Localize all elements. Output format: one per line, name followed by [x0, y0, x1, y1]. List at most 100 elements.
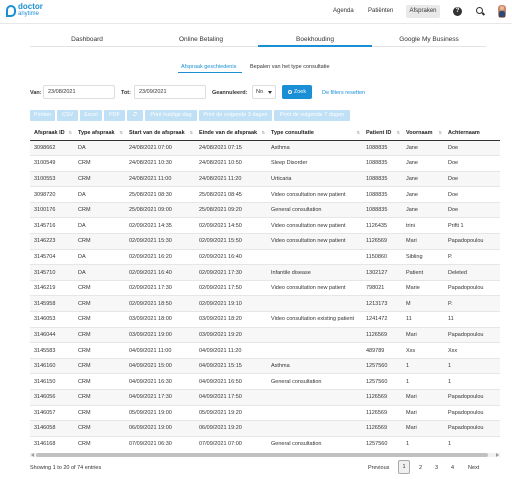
table-row[interactable]: 3146223 CRM 02/09/2021 15:30 02/09/2021 15:…: [30, 233, 500, 250]
excel-button[interactable]: Excel: [80, 110, 102, 121]
sort-icon: ⇅: [119, 130, 123, 135]
table-row[interactable]: 3145710 DA 02/09/2021 16:40 02/09/2021 17:3…: [30, 264, 500, 281]
tab-dashboard[interactable]: Dashboard: [30, 36, 144, 43]
table-cell: CRM: [74, 326, 125, 343]
pagination-previous[interactable]: Previous: [368, 465, 389, 471]
table-cell: DA: [74, 139, 125, 156]
nav-agenda[interactable]: Agenda: [333, 8, 354, 14]
column-header[interactable]: Voornaam ⇅: [402, 126, 444, 141]
table-cell: [267, 389, 362, 406]
search-icon[interactable]: [476, 7, 483, 14]
table-row[interactable]: 3098720 DA 25/08/2021 08:30 25/08/2021 08:4…: [30, 186, 500, 203]
table-row[interactable]: 3100549 CRM 24/08/2021 10:30 24/08/2021 10:…: [30, 155, 500, 172]
table-cell: 02/09/2021 17:50: [195, 279, 267, 296]
pagination-page-4[interactable]: 4: [451, 465, 454, 471]
table-cell: [267, 295, 362, 312]
zoek-button[interactable]: Zoek: [282, 85, 312, 99]
column-header[interactable]: Afspraak ID ⇅: [30, 126, 74, 141]
table-cell: [267, 326, 362, 343]
van-date-input[interactable]: 23/08/2021: [43, 85, 115, 99]
help-icon[interactable]: ?: [453, 7, 462, 16]
table-cell: 1126569: [362, 420, 402, 437]
table-row[interactable]: 3146168 CRM 07/09/2021 06:30 07/09/2021 07:…: [30, 435, 500, 452]
table-row[interactable]: 3098662 DA 24/08/2021 07:00 24/08/2021 07:1…: [30, 139, 500, 156]
table-row[interactable]: 3146056 CRM 04/09/2021 17:30 04/09/2021 17:…: [30, 389, 500, 406]
table-cell: Mari: [402, 389, 444, 406]
horizontal-scrollbar[interactable]: [30, 453, 500, 457]
column-header-label: Patient ID: [366, 129, 392, 136]
logo[interactable]: doctor anytime: [6, 3, 43, 18]
tab-boekhouding[interactable]: Boekhouding: [258, 36, 372, 43]
reset-filters-link[interactable]: De filters resetten: [322, 90, 365, 96]
print-next-7-days-button[interactable]: Print de volgende 7 dagen: [274, 110, 350, 121]
table-body: 3098662 DA 24/08/2021 07:00 24/08/2021 07:1…: [30, 139, 500, 452]
table-cell: 02/09/2021 16:20: [125, 248, 195, 265]
table-cell: 06/09/2021 19:20: [195, 420, 267, 437]
scroll-right-arrow-icon[interactable]: [496, 453, 499, 457]
print-next-3-days-button[interactable]: Print de volgende 3 dagen: [199, 110, 272, 121]
table-cell: 02/09/2021 14:50: [195, 217, 267, 234]
pagination-page-3[interactable]: 3: [435, 465, 438, 471]
table-row[interactable]: 3145716 DA 02/09/2021 14:35 02/09/2021 14:5…: [30, 217, 500, 234]
column-header-label: Type consultatie: [271, 129, 314, 136]
subtab-type-consultatie[interactable]: Bepalen van het type consultatie: [250, 64, 330, 70]
print-button[interactable]: Printen: [30, 110, 55, 121]
table-header-row: Afspraak ID ⇅ Type afspraak ⇅ Start van de a…: [30, 126, 500, 141]
table-row[interactable]: 3146044 CRM 03/09/2021 19:00 03/09/2021 19:…: [30, 326, 500, 343]
table-row[interactable]: 3145583 CRM 04/09/2021 11:00 04/09/2021 11:…: [30, 342, 500, 359]
pagination-page-1[interactable]: 1: [398, 460, 410, 474]
table-cell: CRM: [74, 311, 125, 328]
table-row[interactable]: 3146219 CRM 02/09/2021 17:30 02/09/2021 17:…: [30, 279, 500, 296]
nav-afspraken[interactable]: Afspraken: [406, 5, 440, 18]
table-cell: CRM: [74, 373, 125, 390]
column-header[interactable]: Type afspraak ⇅: [74, 126, 125, 141]
table-row[interactable]: 3146150 CRM 04/09/2021 16:30 04/09/2021 16:…: [30, 373, 500, 390]
table-cell: 04/09/2021 11:00: [125, 342, 195, 359]
pagination-next[interactable]: Next: [468, 465, 479, 471]
logo-text: doctor anytime: [18, 3, 43, 18]
print-today-button[interactable]: Print huidige dag: [145, 110, 197, 121]
column-header[interactable]: Patient ID ⇅: [362, 126, 402, 141]
column-header[interactable]: Einde van de afspraak ⇅: [195, 126, 267, 141]
table-cell: Papadopoulou: [444, 389, 500, 406]
table-cell: 3145583: [30, 342, 74, 359]
geannuleerd-select[interactable]: No: [252, 85, 276, 99]
table-cell: 1088835: [362, 170, 402, 187]
table-cell: CRM: [74, 404, 125, 421]
active-tab-indicator: [258, 45, 372, 47]
table-row[interactable]: 3145704 DA 02/09/2021 16:20 02/09/2021 16:4…: [30, 248, 500, 265]
table-row[interactable]: 3145958 CRM 02/09/2021 18:50 02/09/2021 19:…: [30, 295, 500, 312]
table-row[interactable]: 3100553 CRM 24/08/2021 11:00 24/08/2021 11:…: [30, 170, 500, 187]
table-cell: 1: [444, 373, 500, 390]
nav-patienten[interactable]: Patiënten: [368, 8, 393, 14]
column-header[interactable]: Start van de afspraak ⇅: [125, 126, 195, 141]
subtab-afspraak-geschiedenis[interactable]: Afspraak geschiedenis: [181, 64, 236, 70]
table-cell: 3098662: [30, 139, 74, 156]
table-row[interactable]: 3146160 CRM 04/09/2021 15:00 04/09/2021 15:…: [30, 357, 500, 374]
table-row[interactable]: 3100176 CRM 25/08/2021 09:00 25/08/2021 09:…: [30, 201, 500, 218]
table-cell: 04/09/2021 11:20: [195, 342, 267, 359]
tab-google-my-business[interactable]: Google My Business: [372, 36, 486, 43]
column-header[interactable]: Type consultatie ⇅: [267, 126, 362, 141]
pagination-page-2[interactable]: 2: [419, 465, 422, 471]
pdf-button[interactable]: PDF: [104, 110, 125, 121]
column-settings-button[interactable]: [127, 110, 143, 121]
appointments-table-wrapper[interactable]: Afspraak ID ⇅ Type afspraak ⇅ Start van de a…: [30, 126, 500, 452]
table-cell: 07/09/2021 06:30: [125, 435, 195, 452]
table-cell: DA: [74, 264, 125, 281]
table-row[interactable]: 3146058 CRM 06/09/2021 19:00 06/09/2021 19:…: [30, 420, 500, 437]
column-header-label: Einde van de afspraak: [199, 129, 258, 136]
scrollbar-thumb[interactable]: [36, 453, 488, 457]
table-cell: 04/09/2021 15:15: [195, 357, 267, 374]
table-row[interactable]: 3146057 CRM 05/09/2021 19:00 05/09/2021 19:…: [30, 404, 500, 421]
tab-online-betaling[interactable]: Online Betaling: [144, 36, 258, 43]
table-row[interactable]: 3146053 CRM 03/09/2021 18:00 03/09/2021 18:…: [30, 311, 500, 328]
table-cell: CRM: [74, 279, 125, 296]
table-cell: 25/08/2021 08:45: [195, 186, 267, 203]
csv-button[interactable]: CSV: [57, 110, 78, 121]
column-header[interactable]: Achternaam⇅: [444, 126, 500, 141]
table-cell: 3145716: [30, 217, 74, 234]
scroll-left-arrow-icon[interactable]: [31, 453, 34, 457]
tot-date-input[interactable]: 23/09/2021: [134, 85, 206, 99]
avatar[interactable]: [498, 5, 506, 18]
